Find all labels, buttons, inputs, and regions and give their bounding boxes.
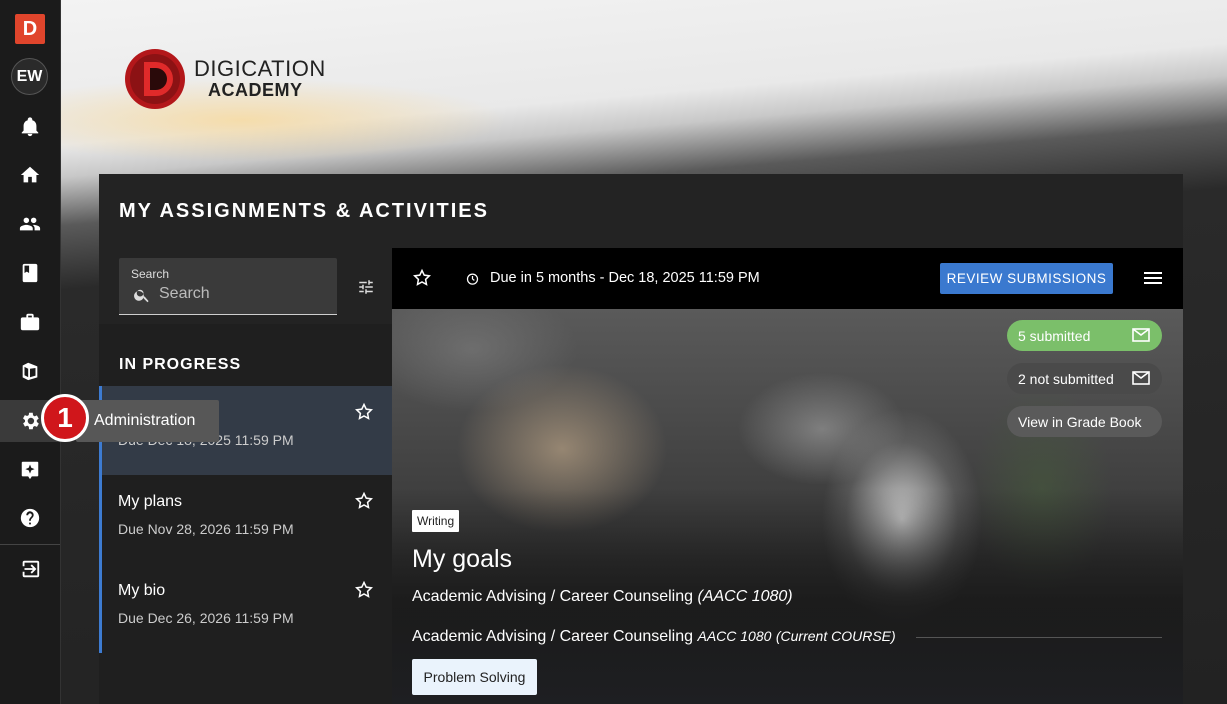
subtitle-course-name: Academic Advising / Career Counseling xyxy=(412,588,694,605)
list-item[interactable]: My plans Due Nov 28, 2026 11:59 PM xyxy=(99,475,392,564)
assignment-list: IN PROGRESS Due Dec 18, 2025 11:59 PM My… xyxy=(99,324,392,704)
digication-logo-icon xyxy=(125,49,185,109)
detail-toolbar: Due in 5 months - Dec 18, 2025 11:59 PM … xyxy=(392,248,1183,309)
subtitle-course-code: (AACC 1080) xyxy=(697,588,793,605)
item-due: Due Dec 26, 2026 11:59 PM xyxy=(118,610,294,626)
submitted-count: 5 submitted xyxy=(1018,327,1091,344)
course-row: Academic Advising / Career Counseling AA… xyxy=(412,628,896,646)
due-text: Due in 5 months - Dec 18, 2025 11:59 PM xyxy=(490,270,760,286)
rail-divider xyxy=(0,544,60,545)
review-submissions-button[interactable]: REVIEW SUBMISSIONS xyxy=(940,263,1113,294)
help-button[interactable] xyxy=(0,497,60,539)
administration-tooltip: Administration xyxy=(76,400,219,442)
brand-name-line2: ACADEMY xyxy=(208,80,303,100)
logout-button[interactable] xyxy=(0,548,60,590)
briefcase-icon xyxy=(20,313,40,331)
item-title: My bio xyxy=(118,582,166,599)
courses-button[interactable] xyxy=(0,350,60,392)
home-button[interactable] xyxy=(0,154,60,196)
people-icon xyxy=(19,217,41,231)
not-submitted-count: 2 not submitted xyxy=(1018,370,1114,387)
home-icon xyxy=(20,166,40,183)
assignment-hero-image: 5 submitted 2 not submitted View in Grad… xyxy=(392,309,1183,704)
notifications-button[interactable] xyxy=(0,106,60,148)
step-badge: 1 xyxy=(41,394,89,442)
list-heading: IN PROGRESS xyxy=(119,356,242,373)
bell-icon xyxy=(21,117,39,137)
book-icon xyxy=(22,263,38,283)
star-icon[interactable] xyxy=(354,402,374,422)
star-icon[interactable] xyxy=(354,580,374,600)
search-input[interactable] xyxy=(159,285,324,303)
item-due: Due Nov 28, 2026 11:59 PM xyxy=(118,521,294,537)
library-button[interactable] xyxy=(0,252,60,294)
search-box[interactable]: Search xyxy=(119,258,337,315)
avatar[interactable]: EW xyxy=(11,58,48,95)
assignment-title: My goals xyxy=(412,545,513,573)
search-label: Search xyxy=(131,267,170,281)
item-title: My plans xyxy=(118,493,183,510)
star-icon[interactable] xyxy=(412,268,432,288)
gear-icon xyxy=(23,412,39,430)
assignment-detail: Due in 5 months - Dec 18, 2025 11:59 PM … xyxy=(392,248,1183,704)
category-tag: Writing xyxy=(412,510,460,532)
search-icon xyxy=(134,289,149,303)
mail-icon xyxy=(1132,371,1150,385)
filter-settings-icon[interactable] xyxy=(357,278,375,296)
logout-icon xyxy=(22,560,40,578)
help-icon xyxy=(20,508,40,528)
grade-book-button[interactable]: View in Grade Book xyxy=(1007,406,1162,437)
sparkle-icon xyxy=(21,461,39,480)
brand-name-line1: DIGICATION xyxy=(194,56,326,81)
course-code: AACC 1080 xyxy=(697,628,772,644)
assignments-panel: MY ASSIGNMENTS & ACTIVITIES Search IN PR… xyxy=(99,174,1183,704)
app-logo[interactable]: D xyxy=(15,14,45,44)
ai-assistant-button[interactable] xyxy=(0,449,60,491)
left-rail: D EW xyxy=(0,0,61,704)
assignment-course-subtitle: Academic Advising / Career Counseling (A… xyxy=(412,588,793,606)
course-status: (Current COURSE) xyxy=(775,628,896,644)
course-name: Academic Advising / Career Counseling xyxy=(412,628,694,645)
divider xyxy=(916,637,1162,638)
portfolio-button[interactable] xyxy=(0,301,60,343)
page-title: MY ASSIGNMENTS & ACTIVITIES xyxy=(119,200,489,222)
books-stack-icon xyxy=(22,362,38,381)
star-icon[interactable] xyxy=(354,491,374,511)
list-item[interactable]: My bio Due Dec 26, 2026 11:59 PM xyxy=(99,564,392,653)
not-submitted-pill[interactable]: 2 not submitted xyxy=(1007,363,1162,394)
menu-icon[interactable] xyxy=(1144,270,1162,286)
mail-icon xyxy=(1132,328,1150,342)
grade-book-label: View in Grade Book xyxy=(1018,413,1142,430)
timer-icon xyxy=(466,273,479,285)
people-button[interactable] xyxy=(0,203,60,245)
skill-chip[interactable]: Problem Solving xyxy=(412,659,537,695)
submitted-pill[interactable]: 5 submitted xyxy=(1007,320,1162,351)
